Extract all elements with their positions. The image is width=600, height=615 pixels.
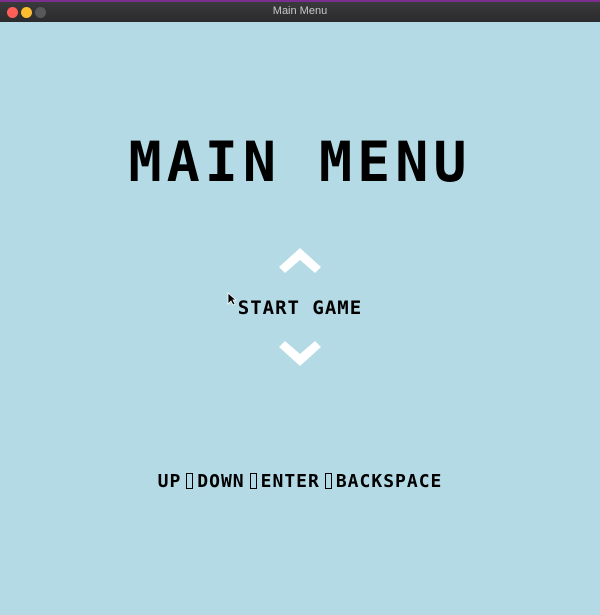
menu-title: MAIN MENU [128, 130, 472, 194]
window-title: Main Menu [272, 5, 328, 17]
game-window: Main Menu MAIN MENU START GAME UP DOWN ENT… [0, 0, 600, 615]
mouse-cursor-icon [227, 292, 237, 306]
control-up-label: UP [157, 471, 182, 492]
control-enter-label: ENTER [260, 471, 320, 492]
control-down-label: DOWN [197, 471, 245, 492]
menu-option-start-game[interactable]: START GAME [0, 296, 600, 320]
separator-glyph [186, 473, 194, 489]
chevron-up-icon[interactable] [279, 246, 321, 276]
title-bar: Main Menu [0, 0, 600, 22]
separator-glyph [249, 473, 257, 489]
controls-hint: UP DOWN ENTER BACKSPACE [0, 470, 600, 494]
separator-glyph [324, 473, 332, 489]
chevron-down-icon[interactable] [279, 338, 321, 368]
control-backspace-label: BACKSPACE [335, 471, 443, 492]
